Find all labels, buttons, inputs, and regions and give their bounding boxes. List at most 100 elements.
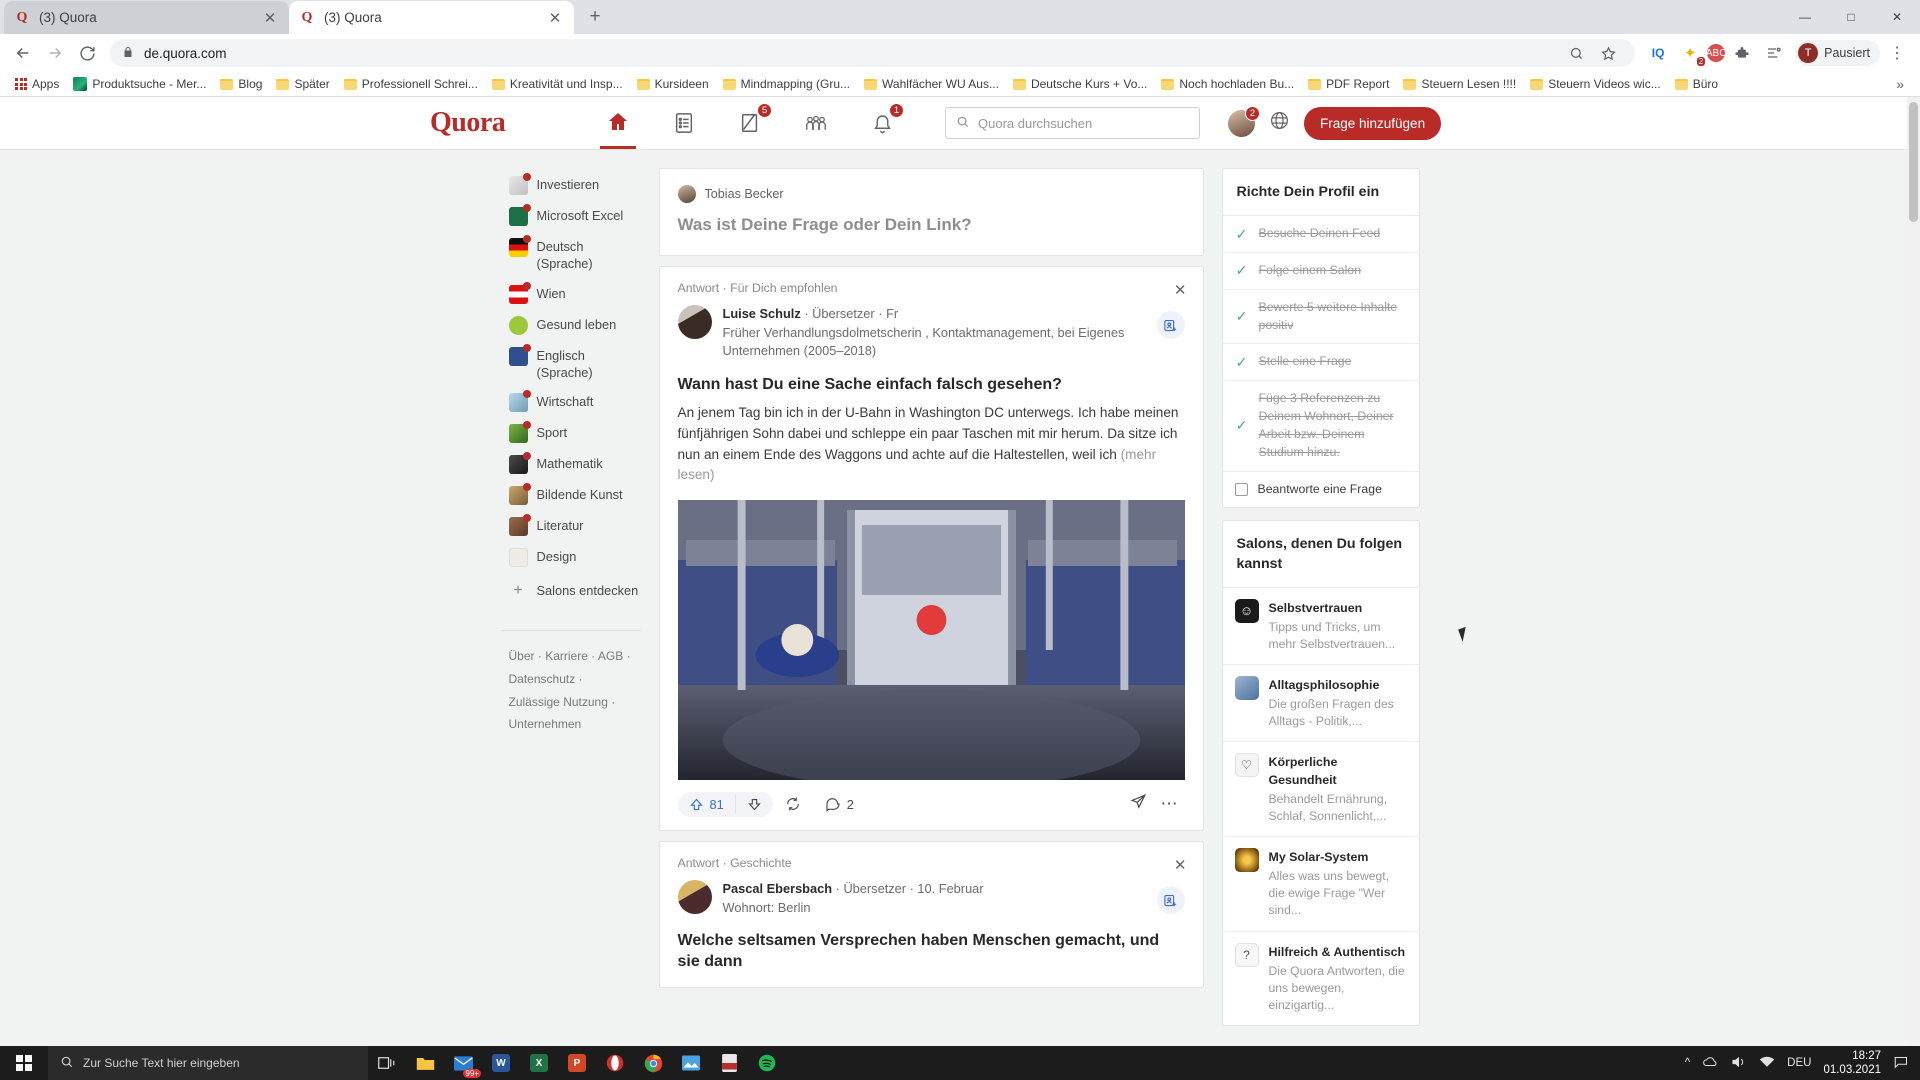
bookmark-item[interactable]: Kursideen — [630, 73, 716, 95]
bookmark-item[interactable]: Mindmapping (Gru... — [716, 73, 857, 95]
footer-link[interactable]: Zulässige Nutzung — [509, 695, 608, 709]
page-scrollbar[interactable] — [1907, 97, 1920, 1046]
globe-icon[interactable] — [1269, 110, 1290, 136]
footer-link[interactable]: Karriere — [545, 649, 588, 663]
back-icon[interactable] — [8, 38, 38, 68]
iq-extension-icon[interactable]: IQ — [1643, 38, 1673, 68]
close-icon[interactable]: ✕ — [261, 9, 279, 27]
bookmark-star-icon[interactable] — [1593, 38, 1623, 68]
quora-logo[interactable]: Quora — [430, 107, 600, 139]
checklist-item[interactable]: ✓ Besuche Deinen Feed — [1222, 216, 1419, 253]
post-image[interactable] — [677, 500, 1185, 781]
bookmark-item[interactable]: Später — [269, 73, 336, 95]
salon-item[interactable]: Alltagsphilosophie Die großen Fragen des… — [1222, 665, 1419, 743]
bookmark-item[interactable]: Deutsche Kurs + Vo... — [1006, 73, 1154, 95]
comment-button[interactable]: 2 — [813, 791, 866, 817]
bookmark-item[interactable]: Noch hochladen Bu... — [1154, 73, 1301, 95]
bookmark-item[interactable]: Steuern Lesen !!!! — [1396, 73, 1523, 95]
bookmark-item[interactable]: Produktsuche - Mer... — [66, 73, 213, 95]
notification-center-icon[interactable] — [1893, 1055, 1908, 1072]
sidebar-item-englisch[interactable]: Englisch (Sprache) — [501, 341, 641, 388]
maximize-button[interactable]: □ — [1828, 0, 1874, 34]
bookmarks-overflow-button[interactable]: » — [1888, 76, 1912, 92]
sidebar-item-design[interactable]: Design — [501, 542, 641, 573]
reload-icon[interactable] — [72, 38, 102, 68]
dismiss-post-icon[interactable]: ✕ — [1174, 281, 1187, 299]
salon-item[interactable]: ♡ Körperliche Gesundheit Behandelt Ernäh… — [1222, 742, 1419, 838]
sidebar-item-deutsch[interactable]: Deutsch (Sprache) — [501, 232, 641, 279]
add-question-button[interactable]: Frage hinzufügen — [1304, 106, 1442, 140]
word-icon[interactable]: W — [482, 1046, 520, 1080]
upvote-button[interactable]: 81 — [678, 792, 735, 817]
sidebar-item-wirtschaft[interactable]: Wirtschaft — [501, 387, 641, 418]
photos-icon[interactable] — [672, 1046, 710, 1080]
author-name[interactable]: Pascal Ebersbach — [723, 881, 833, 896]
task-view-icon[interactable] — [368, 1046, 406, 1080]
sidebar-item-bildende-kunst[interactable]: Bildende Kunst — [501, 480, 641, 511]
author-name[interactable]: Luise Schulz — [723, 306, 801, 321]
volume-icon[interactable] — [1731, 1055, 1747, 1072]
bookmark-item[interactable]: PDF Report — [1301, 73, 1396, 95]
avatar[interactable] — [677, 305, 712, 339]
close-icon[interactable]: ✕ — [546, 9, 564, 27]
follow-user-button[interactable] — [1156, 311, 1185, 339]
sidebar-item-mathematik[interactable]: Mathematik — [501, 449, 641, 480]
zoom-icon[interactable] — [1561, 38, 1591, 68]
address-bar[interactable]: de.quora.com — [110, 38, 1636, 68]
forward-icon[interactable] — [40, 38, 70, 68]
ask-question-card[interactable]: Tobias Becker Was ist Deine Frage oder D… — [658, 168, 1204, 256]
excel-icon[interactable]: X — [520, 1046, 558, 1080]
browser-tab-2[interactable]: Q (3) Quora ✕ — [289, 1, 574, 34]
downvote-button[interactable] — [736, 792, 773, 817]
checklist-item[interactable]: ✓ Folge einem Salon — [1222, 253, 1419, 290]
chrome-icon[interactable] — [634, 1046, 672, 1080]
salon-item[interactable]: ☺ Selbstvertrauen Tipps und Tricks, um m… — [1222, 588, 1419, 665]
minimize-button[interactable]: — — [1782, 0, 1828, 34]
sidebar-item-sport[interactable]: Sport — [501, 418, 641, 449]
footer-link[interactable]: Datenschutz — [509, 672, 576, 686]
extensions-puzzle-icon[interactable] — [1727, 38, 1757, 68]
network-icon[interactable] — [1759, 1055, 1775, 1072]
sidebar-item-investieren[interactable]: Investieren — [501, 170, 641, 201]
opera-icon[interactable] — [596, 1046, 634, 1080]
sidebar-item-gesund-leben[interactable]: Gesund leben — [501, 310, 641, 341]
ask-input-prompt[interactable]: Was ist Deine Frage oder Dein Link? — [678, 215, 1185, 235]
post-title[interactable]: Welche seltsamen Versprechen haben Mensc… — [678, 931, 1185, 973]
sidebar-item-literatur[interactable]: Literatur — [501, 511, 641, 542]
nav-answers[interactable] — [666, 97, 702, 149]
send-icon[interactable] — [1129, 793, 1147, 815]
checklist-item[interactable]: ✓ Füge 3 Referenzen zu Deinem Wohnort, D… — [1222, 381, 1419, 472]
more-options-icon[interactable]: ⋯ — [1161, 794, 1179, 814]
footer-link[interactable]: Unternehmen — [509, 717, 582, 731]
bookmark-item[interactable]: Professionell Schrei... — [337, 73, 485, 95]
nav-write[interactable]: 5 — [732, 97, 772, 149]
bookmark-item[interactable]: Wahlfächer WU Aus... — [857, 73, 1006, 95]
scrollbar-thumb[interactable] — [1909, 102, 1918, 222]
mail-icon[interactable]: 99+ — [444, 1046, 482, 1080]
search-input[interactable]: Quora durchsuchen — [945, 107, 1200, 139]
new-tab-button[interactable]: + — [580, 2, 610, 32]
language-indicator[interactable]: DEU — [1787, 1057, 1811, 1069]
tray-chevron-icon[interactable]: ^ — [1685, 1057, 1690, 1069]
extension-abc-icon[interactable]: ABC — [1706, 44, 1726, 62]
checklist-item[interactable]: ✓ Stelle eine Frage — [1222, 344, 1419, 382]
close-window-button[interactable]: ✕ — [1874, 0, 1920, 34]
bookmark-apps[interactable]: Apps — [8, 73, 66, 95]
sidebar-item-microsoft-excel[interactable]: Microsoft Excel — [501, 201, 641, 232]
checklist-item-todo[interactable]: Beantworte eine Frage — [1223, 472, 1419, 508]
salon-item[interactable]: ? Hilfreich & Authentisch Die Quora Antw… — [1223, 932, 1419, 1025]
browser-tab-1[interactable]: Q (3) Quora ✕ — [4, 1, 289, 34]
extension-yellow-icon[interactable]: ✦ 2 — [1675, 38, 1706, 68]
taskbar-search-input[interactable]: Zur Suche Text hier eingeben — [48, 1046, 368, 1080]
footer-link[interactable]: Über — [509, 649, 535, 663]
sidebar-item-discover-salons[interactable]: + Salons entdecken — [501, 573, 641, 608]
reading-list-icon[interactable] — [1759, 38, 1789, 68]
nav-home[interactable] — [600, 97, 636, 149]
nav-spaces[interactable] — [798, 97, 834, 149]
checkbox-empty-icon[interactable] — [1234, 483, 1248, 497]
footer-link[interactable]: AGB — [598, 649, 623, 663]
follow-user-button[interactable] — [1156, 886, 1185, 915]
spotify-icon[interactable] — [748, 1046, 786, 1080]
bookmark-item[interactable]: Büro — [1668, 73, 1725, 95]
bookmark-item[interactable]: Blog — [213, 73, 269, 95]
